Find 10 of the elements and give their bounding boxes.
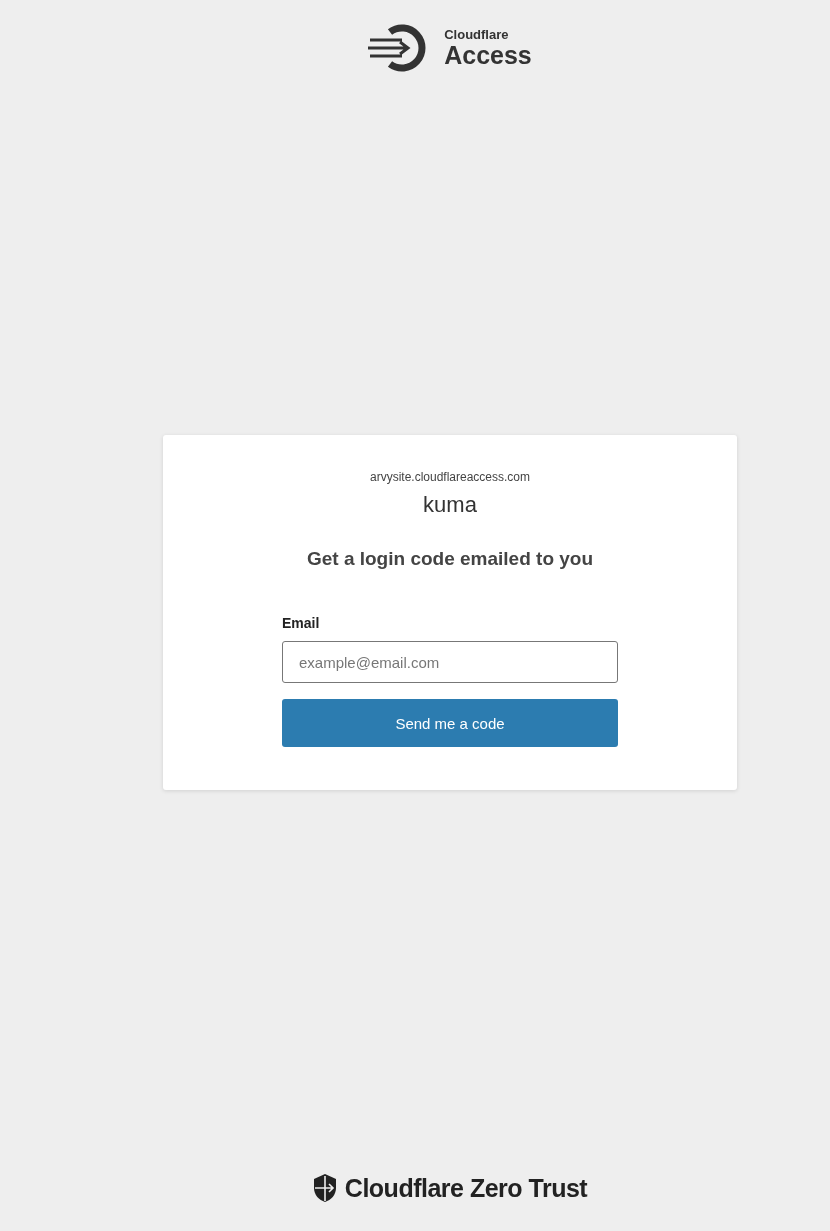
domain-text: arvysite.cloudflareaccess.com: [369, 470, 531, 484]
heading: Get a login code emailed to you: [306, 548, 594, 570]
email-field[interactable]: example@email.com: [282, 641, 618, 683]
brand-title: Access: [444, 43, 532, 68]
footer-brand: Cloudflare Zero Trust: [344, 1173, 588, 1203]
app-name: kuma: [423, 492, 477, 518]
shield-icon: [312, 1173, 337, 1203]
email-label: Email: [282, 615, 321, 631]
brand-subtitle: Cloudflare: [444, 28, 510, 41]
send-code-button[interactable]: Send me a code: [282, 699, 618, 747]
